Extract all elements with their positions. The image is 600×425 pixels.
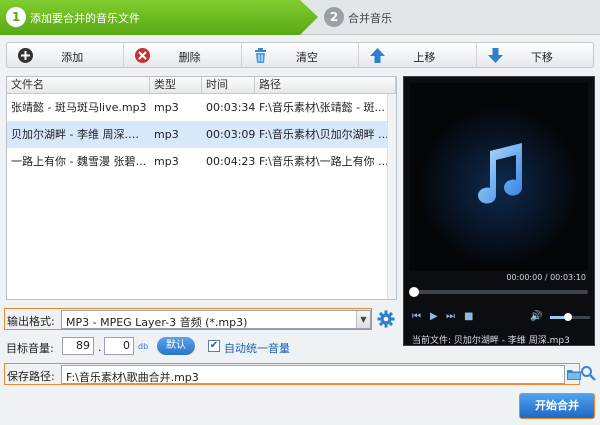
move-down-label: 下移 <box>530 51 553 64</box>
auto-volume-label[interactable]: 自动统一音量 <box>224 340 290 356</box>
move-up-button[interactable]: 上移 <box>359 43 477 67</box>
list-item[interactable]: 张靖懿 - 斑马斑马live.mp3 mp3 00:03:34 F:\音乐素材\… <box>7 94 396 121</box>
gear-icon[interactable] <box>377 310 395 328</box>
file-path: F:\音乐素材\一路上有你 ... <box>259 155 389 168</box>
step-2-label: 合并音乐 <box>348 12 392 25</box>
output-format-label: 输出格式: <box>7 315 55 328</box>
music-note-icon <box>478 143 523 204</box>
move-down-button[interactable]: 下移 <box>477 43 593 67</box>
file-type: mp3 <box>154 101 179 114</box>
file-type: mp3 <box>154 128 179 141</box>
file-path: F:\音乐素材\贝加尔湖畔 ... <box>259 128 389 141</box>
progress-slider[interactable] <box>409 287 588 297</box>
stop-icon[interactable]: ■ <box>464 311 473 322</box>
preview-player: 00:00:00 / 00:03:10 ⏮ ▶ ⏭ ■ 🔊 当前文件: 贝加尔湖… <box>403 76 595 346</box>
search-icon[interactable] <box>580 365 596 381</box>
toolbar: 添加 删除 清空 上移 下移 <box>6 42 594 68</box>
column-header-path[interactable]: 路径 <box>255 77 396 93</box>
volume-unit: db <box>138 342 149 351</box>
output-format-value: MP3 - MPEG Layer-3 音频 (*.mp3) <box>66 316 248 329</box>
output-format-row: 输出格式: MP3 - MPEG Layer-3 音频 (*.mp3) ▼ <box>4 308 372 330</box>
list-item-selected[interactable]: 贝加尔湖畔 - 李维 周深.… mp3 00:03:09 F:\音乐素材\贝加尔… <box>7 121 396 148</box>
progress-knob[interactable] <box>409 287 419 297</box>
volume-knob[interactable] <box>564 313 572 321</box>
file-time: 00:03:09 <box>206 128 255 141</box>
add-button[interactable]: 添加 <box>7 43 125 67</box>
save-path-label: 保存路径: <box>7 370 55 383</box>
delete-button[interactable]: 删除 <box>124 43 242 67</box>
save-path-input[interactable]: F:\音乐素材\歌曲合并.mp3 <box>61 365 565 384</box>
delete-label: 删除 <box>178 51 201 64</box>
auto-volume-checkbox[interactable]: ✔ <box>208 340 220 352</box>
list-header: 文件名 类型 时间 路径 <box>7 77 396 94</box>
list-scrollbar[interactable] <box>387 94 396 299</box>
folder-icon[interactable] <box>567 368 581 380</box>
target-volume-row: 目标音量: 89 . 0 db 默认 ✔ 自动统一音量 <box>6 337 306 357</box>
save-path-value: F:\音乐素材\歌曲合并.mp3 <box>66 371 199 384</box>
file-path: F:\音乐素材\张靖懿 - 斑... <box>259 101 386 114</box>
volume-decimal-input[interactable]: 0 <box>104 337 134 355</box>
clear-button[interactable]: 清空 <box>242 43 360 67</box>
output-format-select[interactable]: MP3 - MPEG Layer-3 音频 (*.mp3) ▼ <box>61 310 371 329</box>
volume-slider[interactable] <box>550 313 590 321</box>
step-1-label: 添加要合并的音乐文件 <box>30 12 140 25</box>
list-item[interactable]: 一路上有你 - 魏雪漫 张碧… mp3 00:04:23 F:\音乐素材\一路上… <box>7 148 396 175</box>
add-label: 添加 <box>61 51 84 64</box>
preview-screen <box>410 83 588 271</box>
file-time: 00:04:23 <box>206 155 255 168</box>
step-bar: 1 添加要合并的音乐文件 2 合并音乐 <box>0 0 600 35</box>
step-2-number: 2 <box>324 7 344 27</box>
current-file: 当前文件: 贝加尔湖畔 - 李维 周深.mp3 <box>412 336 570 346</box>
player-controls: ⏮ ▶ ⏭ ■ 🔊 <box>412 311 590 325</box>
column-header-type[interactable]: 类型 <box>150 77 202 93</box>
step-1[interactable]: 1 添加要合并的音乐文件 <box>0 0 318 35</box>
chevron-down-icon[interactable]: ▼ <box>356 311 370 328</box>
file-type: mp3 <box>154 155 179 168</box>
move-up-label: 上移 <box>413 51 436 64</box>
volume-integer-input[interactable]: 89 <box>62 337 94 355</box>
default-button[interactable]: 默认 <box>157 337 195 355</box>
file-time: 00:03:34 <box>206 101 255 114</box>
file-name: 一路上有你 - 魏雪漫 张碧… <box>11 155 147 168</box>
clear-label: 清空 <box>296 51 319 64</box>
file-name: 贝加尔湖畔 - 李维 周深.… <box>11 128 139 141</box>
column-header-name[interactable]: 文件名 <box>7 77 150 93</box>
target-volume-label: 目标音量: <box>6 342 54 355</box>
volume-decimal-point: . <box>98 341 102 354</box>
save-path-row: 保存路径: F:\音乐素材\歌曲合并.mp3 <box>4 363 581 385</box>
volume-icon[interactable]: 🔊 <box>530 311 542 322</box>
next-icon[interactable]: ⏭ <box>446 311 455 322</box>
start-merge-button[interactable]: 开始合并 <box>519 393 595 419</box>
playback-time: 00:00:00 / 00:03:10 <box>506 273 586 282</box>
file-name: 张靖懿 - 斑马斑马live.mp3 <box>11 101 147 114</box>
file-list: 文件名 类型 时间 路径 张靖懿 - 斑马斑马live.mp3 mp3 00:0… <box>6 76 397 300</box>
column-header-time[interactable]: 时间 <box>202 77 255 93</box>
step-1-number: 1 <box>6 7 26 27</box>
previous-icon[interactable]: ⏮ <box>412 311 421 322</box>
play-icon[interactable]: ▶ <box>430 311 438 322</box>
